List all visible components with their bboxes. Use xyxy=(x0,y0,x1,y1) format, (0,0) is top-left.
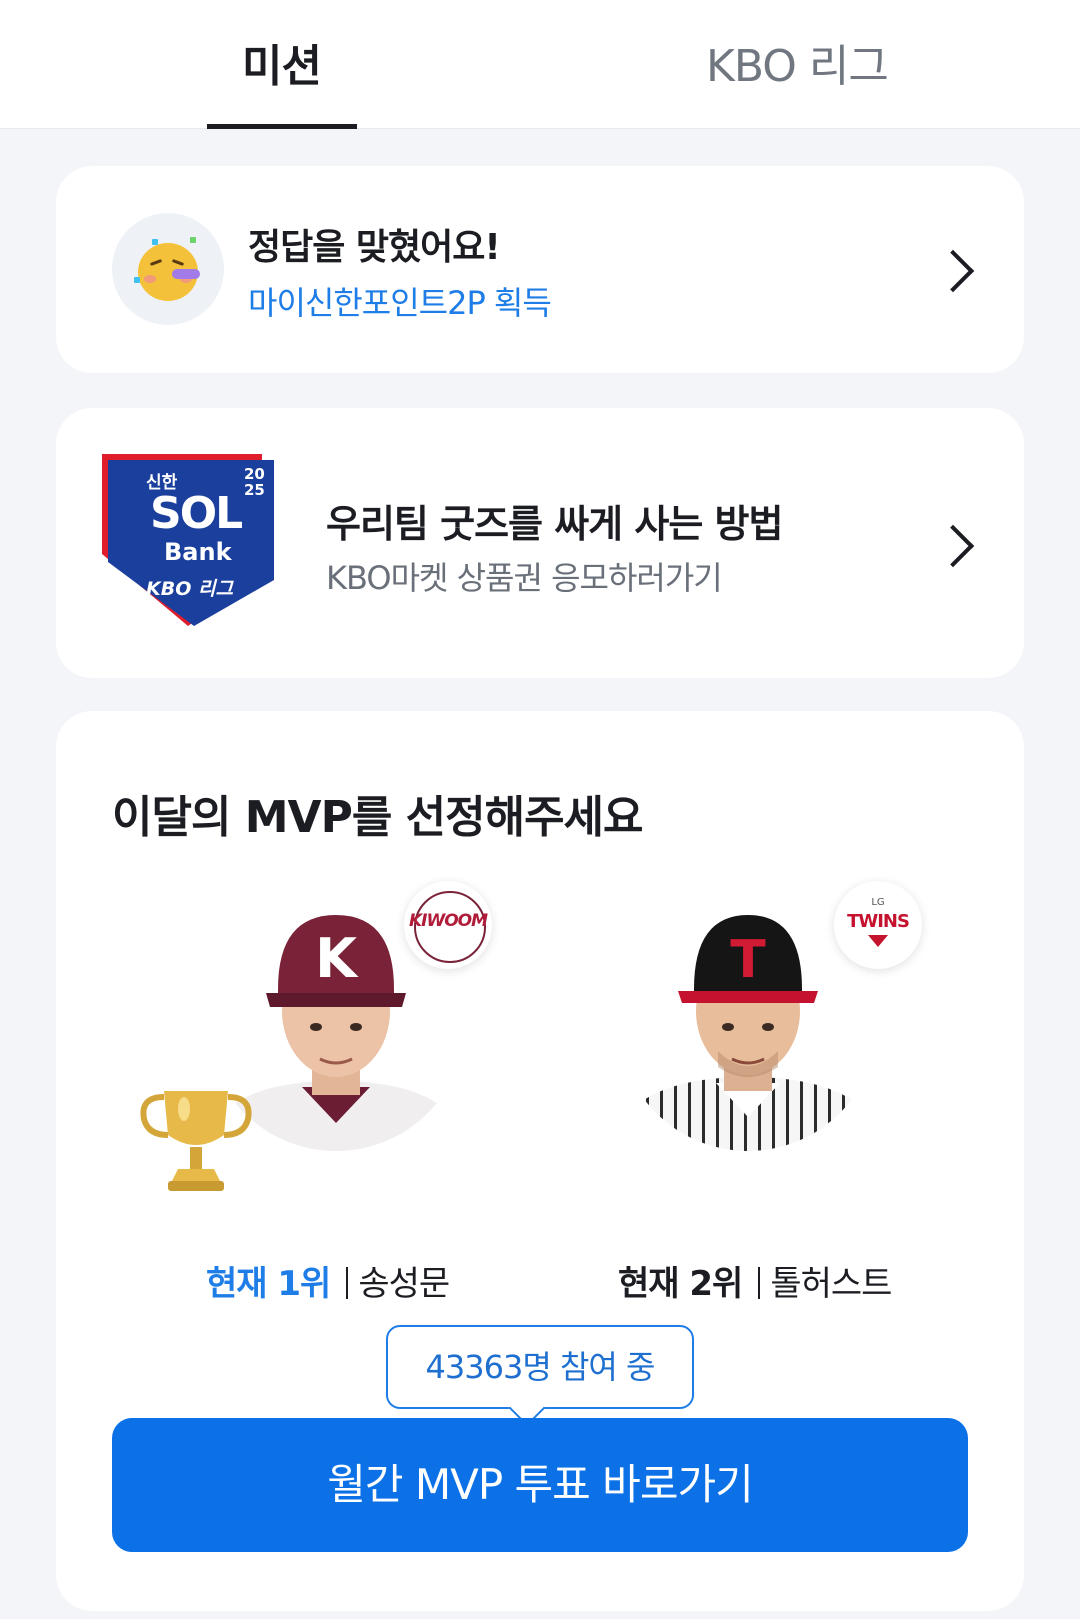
mvp-vote-card: 이달의 MVP를 선정해주세요 K KIWOOM 현재 1위 송성문 T LG … xyxy=(56,711,1024,1611)
goods-promo-subtitle: KBO마켓 상품권 응모하러가기 xyxy=(326,559,723,597)
participants-tooltip: 43363명 참여 중 xyxy=(386,1325,694,1409)
party-face-icon xyxy=(112,213,224,325)
chevron-right-icon xyxy=(931,249,975,293)
trophy-icon xyxy=(134,1081,258,1201)
svg-text:T: T xyxy=(730,930,766,990)
mvp-section-title: 이달의 MVP를 선정해주세요 xyxy=(112,792,644,843)
tab-mission[interactable]: 미션 xyxy=(242,30,322,94)
logo-year: 20 25 xyxy=(244,465,265,499)
player-name: 송성문 xyxy=(358,1264,450,1304)
goods-promo-title: 우리팀 굿즈를 싸게 사는 방법 xyxy=(326,502,783,546)
sol-bank-kbo-logo: 신한 20 25 SOL Bank KBO 리그 xyxy=(102,454,274,626)
logo-bank-text: Bank xyxy=(164,538,232,566)
mission-reward-text: 마이신한포인트2P 획득 xyxy=(248,284,552,322)
player-name: 톨허스트 xyxy=(770,1264,892,1304)
tab-kbo-league[interactable]: KBO 리그 xyxy=(706,30,889,94)
logo-sol-text: SOL xyxy=(150,488,243,539)
player-rank-2: 현재 2위 톨허스트 xyxy=(618,1256,892,1305)
mission-result-card[interactable]: 정답을 맞혔어요! 마이신한포인트2P 획득 xyxy=(56,166,1024,373)
mission-result-title: 정답을 맞혔어요! xyxy=(248,227,501,268)
mvp-vote-button[interactable]: 월간 MVP 투표 바로가기 xyxy=(112,1418,968,1552)
player-rank-1: 현재 1위 송성문 xyxy=(206,1256,450,1305)
rank-label: 현재 2위 xyxy=(618,1264,743,1304)
team-logo-kiwoom: KIWOOM xyxy=(404,881,492,969)
top-tab-bar: 미션 KBO 리그 xyxy=(0,0,1080,129)
chevron-right-icon xyxy=(931,524,975,568)
party-horn xyxy=(172,269,200,279)
rank-label: 현재 1위 xyxy=(206,1264,331,1304)
goods-promo-card[interactable]: 신한 20 25 SOL Bank KBO 리그 우리팀 굿즈를 싸게 사는 방… xyxy=(56,408,1024,678)
logo-league-text: KBO 리그 xyxy=(146,578,233,600)
svg-text:K: K xyxy=(315,927,359,990)
active-tab-indicator xyxy=(207,124,357,129)
team-logo-lg-twins: LG TWINS xyxy=(834,881,922,969)
